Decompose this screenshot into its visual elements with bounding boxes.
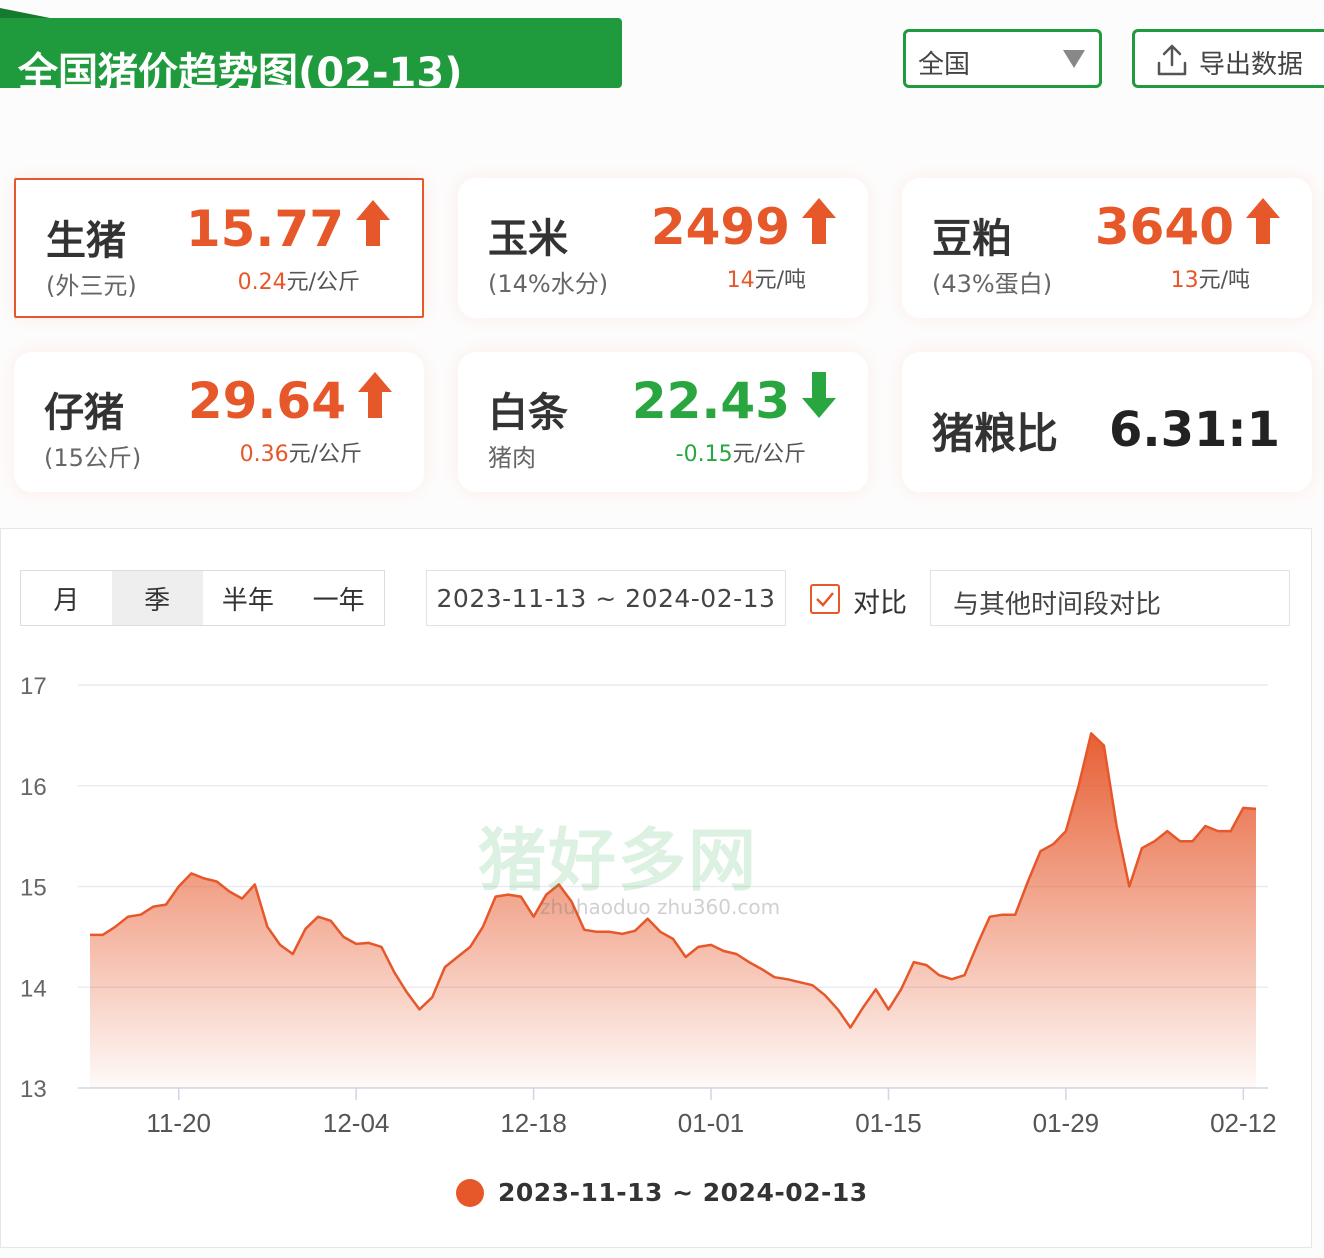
chart-legend: 2023-11-13 ~ 2024-02-13 xyxy=(456,1178,868,1207)
card-change-value: -0.15 xyxy=(675,442,733,467)
region-select-value: 全国 xyxy=(918,50,971,80)
y-tick-label: 13 xyxy=(20,1076,47,1103)
check-icon xyxy=(816,592,834,607)
card-change-value: 0.36 xyxy=(239,442,289,467)
card-change-unit: 元/公斤 xyxy=(286,270,360,295)
card-sub: (43%蛋白) xyxy=(932,270,1053,298)
x-tick-label: 01-29 xyxy=(1033,1108,1100,1138)
y-tick-label: 15 xyxy=(20,875,47,902)
x-tick-label: 12-18 xyxy=(500,1108,567,1138)
card-piglet[interactable]: 仔猪 (15公斤) 29.64 0.36元/公斤 xyxy=(14,352,424,492)
card-change-unit: 元/吨 xyxy=(1198,268,1250,293)
export-data-label: 导出数据 xyxy=(1199,50,1304,80)
card-change: 14元/吨 xyxy=(727,262,806,294)
card-name: 仔猪 xyxy=(44,390,124,436)
chevron-down-icon xyxy=(1063,50,1085,68)
legend-marker xyxy=(456,1178,484,1207)
y-tick-label: 14 xyxy=(20,975,47,1002)
card-change: 0.24元/公斤 xyxy=(238,264,360,296)
arrow-down-icon xyxy=(802,372,836,418)
card-price: 3640 xyxy=(1094,198,1234,256)
region-select[interactable]: 全国 xyxy=(903,29,1102,88)
card-change-value: 14 xyxy=(726,268,755,293)
card-change-unit: 元/吨 xyxy=(754,268,806,293)
card-corn[interactable]: 玉米 (14%水分) 2499 14元/吨 xyxy=(458,178,868,318)
ratio-value: 6.31:1 xyxy=(1108,402,1280,458)
ratio-name: 猪粮比 xyxy=(932,409,1059,458)
card-price: 15.77 xyxy=(185,200,344,258)
tab-month[interactable]: 月 xyxy=(21,571,112,625)
compare-period-placeholder: 与其他时间段对比 xyxy=(953,590,1162,620)
card-name: 玉米 xyxy=(488,216,568,262)
card-change-value: 13 xyxy=(1170,268,1199,293)
banner-corner xyxy=(0,8,50,18)
card-live-hog[interactable]: 生猪 (外三元) 15.77 0.24元/公斤 xyxy=(14,178,424,318)
card-hog-grain-ratio[interactable]: 猪粮比 6.31:1 xyxy=(902,352,1312,492)
arrow-up-icon xyxy=(802,198,836,244)
arrow-up-icon xyxy=(1246,198,1280,244)
x-tick-label: 01-15 xyxy=(855,1108,922,1138)
tab-quarter[interactable]: 季 xyxy=(111,571,203,625)
card-change-value: 0.24 xyxy=(237,270,287,295)
date-range-picker[interactable]: 2023-11-13 ~ 2024-02-13 xyxy=(426,570,786,626)
page-title: 全国猪价趋势图(02-13) xyxy=(18,50,463,96)
compare-period-input[interactable]: 与其他时间段对比 xyxy=(930,570,1290,626)
card-sub: (外三元) xyxy=(46,272,137,300)
compare-checkbox[interactable] xyxy=(810,584,840,614)
compare-label: 对比 xyxy=(853,588,907,619)
card-name: 白条 xyxy=(488,390,568,436)
card-price: 22.43 xyxy=(631,372,790,430)
card-name: 豆粕 xyxy=(932,216,1012,262)
card-price: 29.64 xyxy=(187,372,346,430)
watermark-sub: zhuhaoduo zhu360.com xyxy=(540,895,781,919)
export-data-button[interactable]: 导出数据 xyxy=(1132,29,1324,88)
card-price: 2499 xyxy=(650,198,790,256)
card-soybean-meal[interactable]: 豆粕 (43%蛋白) 3640 13元/吨 xyxy=(902,178,1312,318)
card-pork-carcass[interactable]: 白条 猪肉 22.43 -0.15元/公斤 xyxy=(458,352,868,492)
card-change-unit: 元/公斤 xyxy=(732,442,806,467)
card-name: 生猪 xyxy=(46,218,126,264)
y-tick-label: 17 xyxy=(20,673,47,700)
arrow-up-icon xyxy=(356,200,390,246)
y-tick-label: 16 xyxy=(20,774,47,801)
title-banner: 全国猪价趋势图(02-13) xyxy=(0,8,622,96)
tab-half-year[interactable]: 半年 xyxy=(203,571,294,625)
x-tick-label: 11-20 xyxy=(146,1108,211,1138)
card-sub: (14%水分) xyxy=(488,270,609,298)
x-tick-label: 12-04 xyxy=(323,1108,390,1138)
upload-icon xyxy=(1157,44,1187,76)
card-change: 0.36元/公斤 xyxy=(240,436,362,468)
range-tabs: 月 季 半年 一年 xyxy=(20,570,385,626)
arrow-up-icon xyxy=(358,372,392,418)
legend-label: 2023-11-13 ~ 2024-02-13 xyxy=(498,1178,868,1207)
card-sub: 猪肉 xyxy=(488,444,536,472)
tab-year[interactable]: 一年 xyxy=(293,571,384,625)
x-tick-label: 02-12 xyxy=(1210,1108,1277,1138)
card-change: 13元/吨 xyxy=(1171,262,1250,294)
card-change-unit: 元/公斤 xyxy=(288,442,362,467)
watermark: 猪好多网 xyxy=(478,822,759,901)
card-sub: (15公斤) xyxy=(44,444,142,472)
x-tick-label: 01-01 xyxy=(678,1108,745,1138)
card-change: -0.15元/公斤 xyxy=(676,436,806,468)
